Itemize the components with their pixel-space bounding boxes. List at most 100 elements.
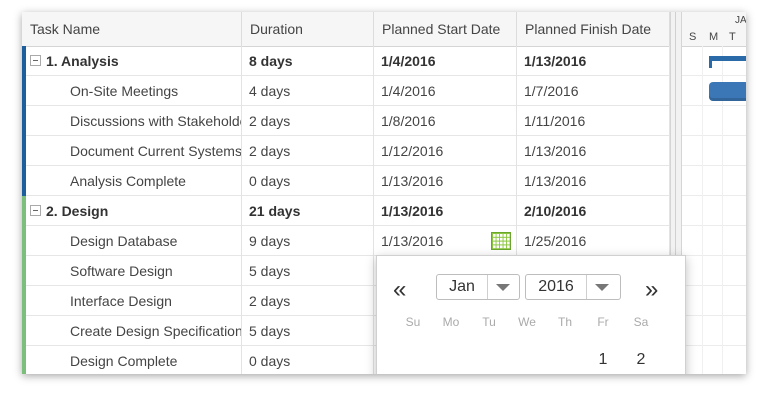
task-row[interactable]: Design Database 9 days 1/13/2016 1/25/2016 xyxy=(22,226,670,256)
column-header-task-name[interactable]: Task Name xyxy=(22,12,242,46)
chevron-down-icon[interactable] xyxy=(487,275,520,299)
timeline-gridline xyxy=(702,46,703,374)
weekday-label: Fr xyxy=(597,315,609,329)
task-name-cell[interactable]: Create Design Specification xyxy=(22,316,242,346)
duration-cell[interactable]: 4 days xyxy=(242,76,374,106)
weekday-label: Th xyxy=(557,315,572,329)
task-name: Create Design Specification xyxy=(70,323,242,339)
group-color-bar xyxy=(22,136,26,166)
planned-start-cell[interactable]: 1/4/2016 xyxy=(374,46,517,76)
planned-start-cell[interactable]: 1/13/2016 xyxy=(374,166,517,196)
collapse-icon[interactable] xyxy=(30,205,41,216)
duration-cell[interactable]: 2 days xyxy=(242,136,374,166)
next-year-button[interactable]: » xyxy=(645,278,658,302)
gantt-task-bar[interactable] xyxy=(709,82,746,101)
planned-finish-cell[interactable]: 1/7/2016 xyxy=(517,76,670,106)
task-name-cell[interactable]: 2. Design xyxy=(22,196,242,226)
task-name-cell[interactable]: 1. Analysis xyxy=(22,46,242,76)
group-color-bar xyxy=(22,316,26,346)
task-name: On-Site Meetings xyxy=(70,83,179,99)
timeline-row-line xyxy=(682,255,746,256)
task-name-cell[interactable]: Interface Design xyxy=(22,286,242,316)
duration-cell[interactable]: 0 days xyxy=(242,166,374,196)
collapse-icon[interactable] xyxy=(30,55,41,66)
month-value: Jan xyxy=(449,278,475,295)
task-row[interactable]: On-Site Meetings 4 days 1/4/2016 1/7/2016 xyxy=(22,76,670,106)
duration-cell[interactable]: 9 days xyxy=(242,226,374,256)
planned-start-cell[interactable]: 1/4/2016 xyxy=(374,76,517,106)
planned-finish-cell[interactable]: 1/13/2016 xyxy=(517,166,670,196)
task-name-cell[interactable]: Discussions with Stakeholders xyxy=(22,106,242,136)
grid-header: Task Name Duration Planned Start Date Pl… xyxy=(22,12,670,47)
duration-cell[interactable]: 0 days xyxy=(242,346,374,374)
date-cell[interactable]: 2 xyxy=(626,351,656,369)
summary-task-row[interactable]: 2. Design 21 days 1/13/2016 2/10/2016 xyxy=(22,196,670,226)
group-color-bar xyxy=(22,286,26,316)
month-dropdown[interactable]: Jan xyxy=(436,274,520,300)
weekday-label: Mo xyxy=(442,315,460,329)
planned-finish-cell[interactable]: 1/25/2016 xyxy=(517,226,670,256)
chevron-down-icon[interactable] xyxy=(586,275,621,299)
task-name-cell[interactable]: Design Complete xyxy=(22,346,242,374)
timeline-row-line xyxy=(682,285,746,286)
timeline-row-line xyxy=(682,225,746,226)
previous-year-button[interactable]: « xyxy=(393,278,406,302)
timeline-day: M xyxy=(709,31,719,43)
group-color-bar xyxy=(22,76,26,106)
duration-cell[interactable]: 21 days xyxy=(242,196,374,226)
column-header-planned-finish[interactable]: Planned Finish Date xyxy=(517,12,670,46)
planned-start-cell[interactable]: 1/8/2016 xyxy=(374,106,517,136)
duration-cell[interactable]: 5 days xyxy=(242,256,374,286)
planned-finish-cell[interactable]: 2/10/2016 xyxy=(517,196,670,226)
group-color-bar xyxy=(22,46,26,76)
task-row[interactable]: Analysis Complete 0 days 1/13/2016 1/13/201… xyxy=(22,166,670,196)
task-name-cell[interactable]: Analysis Complete xyxy=(22,166,242,196)
duration-cell[interactable]: 5 days xyxy=(242,316,374,346)
timeline-row-line xyxy=(682,315,746,316)
group-color-bar xyxy=(22,166,26,196)
planned-finish-cell[interactable]: 1/13/2016 xyxy=(517,46,670,76)
duration-cell[interactable]: 2 days xyxy=(242,286,374,316)
task-name: Analysis Complete xyxy=(70,173,186,189)
task-name-cell[interactable]: Document Current Systems xyxy=(22,136,242,166)
task-row[interactable]: Discussions with Stakeholders 2 days 1/8/2… xyxy=(22,106,670,136)
year-value: 2016 xyxy=(538,278,574,295)
planned-finish-cell[interactable]: 1/11/2016 xyxy=(517,106,670,136)
task-name-cell[interactable]: Design Database xyxy=(22,226,242,256)
timeline-row-line xyxy=(682,75,746,76)
timeline-header: JA S M T xyxy=(682,12,746,47)
task-name: Document Current Systems xyxy=(70,143,242,159)
timeline-row-line xyxy=(682,195,746,196)
timeline-row-line xyxy=(682,105,746,106)
planned-start-cell[interactable]: 1/13/2016 xyxy=(374,196,517,226)
timeline-day: S xyxy=(689,31,697,43)
date-cell[interactable]: 1 xyxy=(588,351,618,369)
group-color-bar xyxy=(22,196,26,226)
duration-cell[interactable]: 2 days xyxy=(242,106,374,136)
timeline-row-line xyxy=(682,165,746,166)
task-name: 1. Analysis xyxy=(46,53,119,69)
gantt-summary-bar[interactable] xyxy=(709,56,746,68)
column-header-planned-start[interactable]: Planned Start Date xyxy=(374,12,517,46)
task-name: 2. Design xyxy=(46,203,109,219)
weekday-label: We xyxy=(518,315,536,329)
planned-finish-cell[interactable]: 1/13/2016 xyxy=(517,136,670,166)
summary-task-row[interactable]: 1. Analysis 8 days 1/4/2016 1/13/2016 xyxy=(22,46,670,76)
task-name-cell[interactable]: On-Site Meetings xyxy=(22,76,242,106)
group-color-bar xyxy=(22,226,26,256)
calendar-icon[interactable] xyxy=(491,232,511,250)
date-picker-popup: « Jan 2016 » Su Mo Tu We Th Fr Sa 12 xyxy=(376,255,686,374)
timeline-month: JA xyxy=(735,15,746,26)
column-header-duration[interactable]: Duration xyxy=(242,12,374,46)
task-name: Interface Design xyxy=(70,293,172,309)
planned-start-cell[interactable]: 1/12/2016 xyxy=(374,136,517,166)
task-name: Design Complete xyxy=(70,353,178,369)
task-name: Discussions with Stakeholders xyxy=(70,113,242,129)
task-row[interactable]: Document Current Systems 2 days 1/12/2016 1… xyxy=(22,136,670,166)
weekday-label: Tu xyxy=(482,315,496,329)
timeline-row-line xyxy=(682,135,746,136)
task-name-cell[interactable]: Software Design xyxy=(22,256,242,286)
task-name: Software Design xyxy=(70,263,173,279)
duration-cell[interactable]: 8 days xyxy=(242,46,374,76)
year-dropdown[interactable]: 2016 xyxy=(525,274,621,300)
